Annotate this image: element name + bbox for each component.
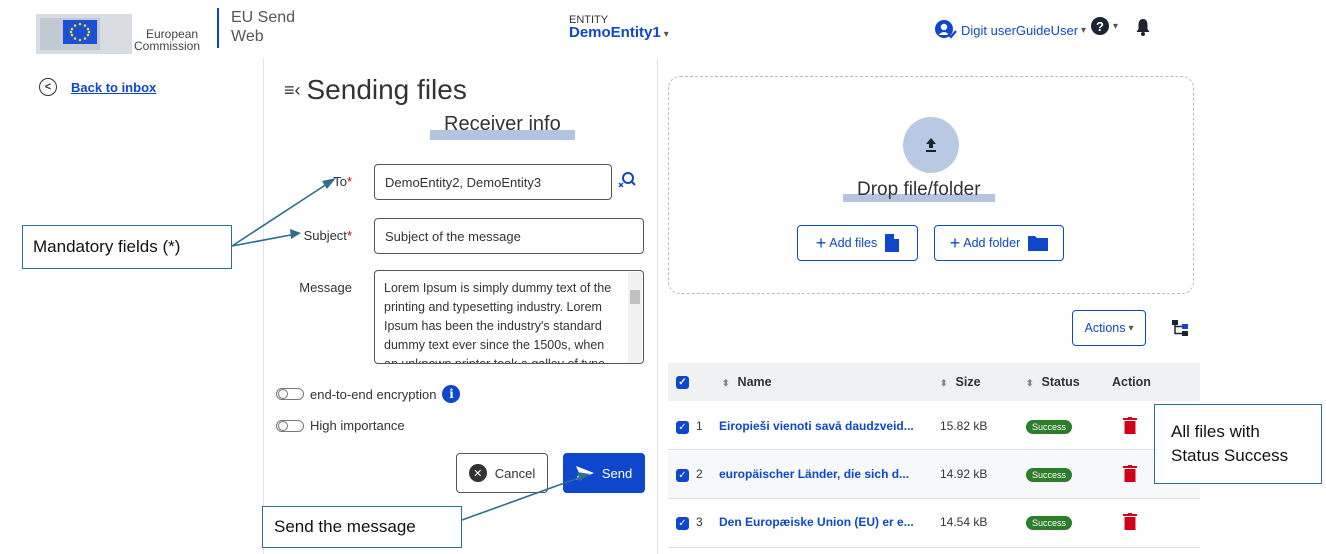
status-callout-line1: All files with [1171,422,1260,441]
mandatory-callout: Mandatory fields (*) [22,225,232,269]
callout-arrows [231,178,590,521]
status-callout: All files with Status Success [1154,404,1322,484]
send-arrow [461,475,585,521]
mandatory-callout-text: Mandatory fields (*) [33,237,181,256]
send-callout: Send the message [262,506,462,548]
send-callout-text: Send the message [274,517,416,536]
status-callout-line2: Status Success [1171,446,1289,465]
